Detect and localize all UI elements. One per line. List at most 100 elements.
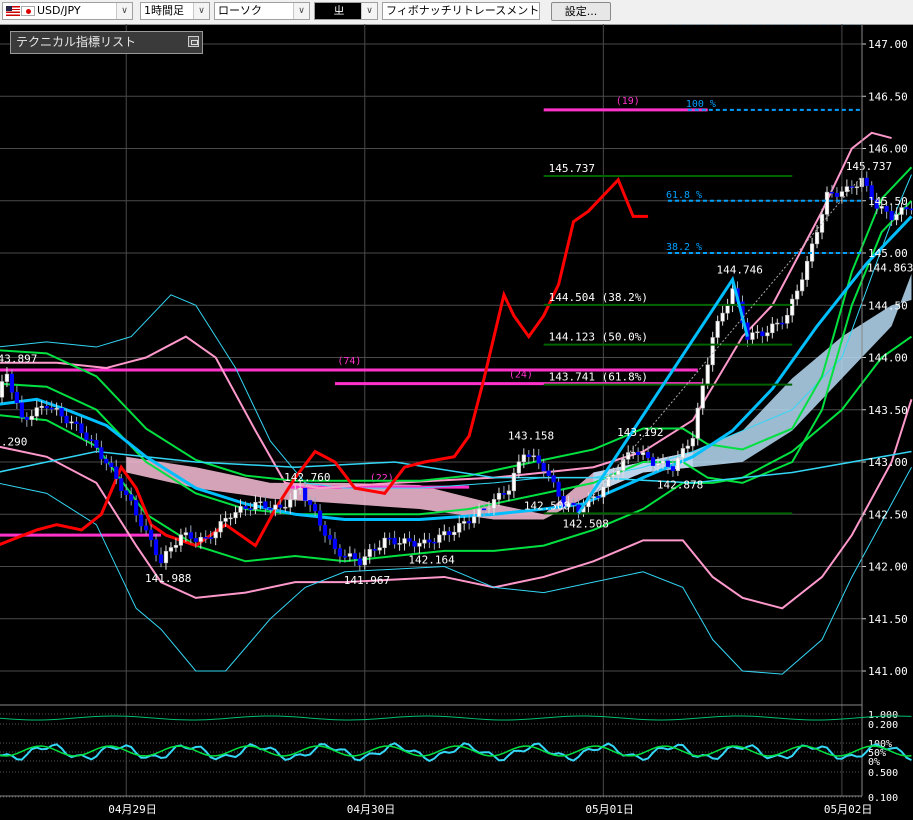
candle-body [531, 455, 536, 458]
candle-body [303, 487, 308, 501]
candle-body [268, 507, 273, 510]
candle-body [39, 405, 44, 408]
candle-body [74, 421, 79, 425]
drawing-name-label: フィボナッチリトレースメント [386, 4, 540, 17]
candle-body [750, 332, 755, 340]
price-mark-label: 143.192 [617, 426, 663, 439]
candle-body [700, 384, 705, 409]
candle-body [665, 460, 671, 467]
candle-body [824, 191, 830, 215]
candle-body [457, 523, 462, 533]
candle-body [780, 322, 785, 325]
candle-body [332, 538, 338, 549]
right-price-label: 144.863 [867, 261, 913, 274]
candle-body [486, 508, 492, 510]
candle-body [432, 541, 437, 544]
chart-style-label: ローソク [218, 4, 262, 17]
x-tick-label: 04月30日 [347, 803, 396, 816]
candle-body [601, 486, 606, 498]
candle-body [889, 211, 894, 221]
y-tick-label: 142.50 [868, 508, 908, 521]
candle-body [417, 542, 422, 547]
fib-boundary-label: 142.508 [524, 499, 570, 512]
minimize-icon[interactable] [188, 36, 199, 47]
fib-level-label: 144.504 (38.2%) [549, 291, 648, 304]
candle-body [49, 407, 54, 410]
indicator-list-panel[interactable]: テクニカル指標リスト [10, 31, 203, 54]
settings-button[interactable]: 設定... [551, 2, 611, 21]
candle-body [34, 407, 39, 417]
candle-body [819, 214, 825, 233]
candle-body [526, 454, 531, 457]
candle-body [387, 537, 392, 540]
candle-body [153, 539, 159, 556]
candle-body [660, 460, 666, 464]
candle-body [755, 331, 760, 334]
candle-body [631, 451, 636, 454]
candle-body [29, 415, 34, 420]
candle-body [606, 476, 611, 487]
candle-body [322, 524, 328, 536]
y-tick-label: 143.50 [868, 404, 908, 417]
candle-body [715, 320, 720, 338]
candle-body [805, 260, 810, 281]
fib-expansion-label: 61.8 % [666, 190, 702, 201]
candle-body [148, 529, 154, 541]
candle-body [278, 504, 283, 508]
candle-body [99, 447, 104, 460]
candle-body [203, 537, 208, 539]
candle-body [795, 290, 800, 300]
time-axis: 04月29日 04月30日 05月01日 05月02日 [0, 795, 872, 816]
candle-body [839, 191, 844, 197]
candle-body [412, 541, 417, 547]
fib-level-label: 144.123 (50.0%) [549, 331, 648, 344]
candle-body [770, 323, 775, 334]
price-chart[interactable]: (19)(74)(24)(22) 145.737142.508144.504 (… [0, 24, 913, 820]
candle-body [844, 186, 849, 193]
symbol-select[interactable]: USD/JPY ∨ [2, 2, 133, 20]
candle-body [238, 506, 243, 513]
candle-body [556, 481, 561, 497]
candle-body [407, 538, 412, 542]
candle-body [362, 556, 367, 566]
candle-body [342, 555, 348, 558]
candle-body [536, 455, 541, 464]
candle-body [685, 445, 690, 449]
magenta-line-label: (19) [616, 96, 640, 107]
timeframe-select[interactable]: 1時間足 ∨ [140, 2, 210, 20]
y-tick-label: 142.00 [868, 561, 908, 574]
drawing-name-field[interactable]: フィボナッチリトレースメント [382, 2, 540, 20]
candle-body [854, 186, 859, 189]
candle-body [501, 492, 507, 495]
candle-body [208, 537, 213, 539]
chevron-down-icon: ∨ [293, 3, 309, 19]
candle-body [511, 472, 516, 492]
candle-body [422, 539, 427, 544]
y-tick-label: 141.50 [868, 613, 908, 626]
candle-body [54, 408, 59, 410]
candle-body [790, 298, 795, 316]
sub-tick-label: 0% [868, 757, 880, 768]
candle-body [437, 534, 442, 543]
magenta-line-label: (74) [337, 356, 361, 367]
chart-style-select[interactable]: ローソク ∨ [214, 2, 310, 20]
sub-tick-label: 0.100 [868, 793, 898, 804]
candle-body [372, 549, 377, 551]
candle-body [0, 381, 5, 398]
candle-body [223, 517, 228, 522]
fib-expansion-label: 100 % [686, 99, 716, 110]
sub-indicator-panel: 1.0000.200100%50%0%0.5000.100 [0, 704, 912, 804]
candle-body [288, 499, 293, 508]
indicator-list-title: テクニカル指標リスト [16, 35, 137, 49]
fib-expansion-label: 38.2 % [666, 242, 702, 253]
candle-body [452, 531, 457, 536]
candle-body [481, 508, 487, 511]
candle-body [521, 454, 526, 463]
candle-body [675, 457, 680, 472]
candle-body [218, 521, 223, 533]
sub-tick-label: 0.200 [868, 720, 898, 731]
draw-tool-select[interactable]: ㄓ ∨ [314, 2, 378, 20]
price-mark-label: 142.760 [284, 471, 330, 484]
candle-body [337, 548, 343, 557]
candle-body [442, 531, 447, 536]
